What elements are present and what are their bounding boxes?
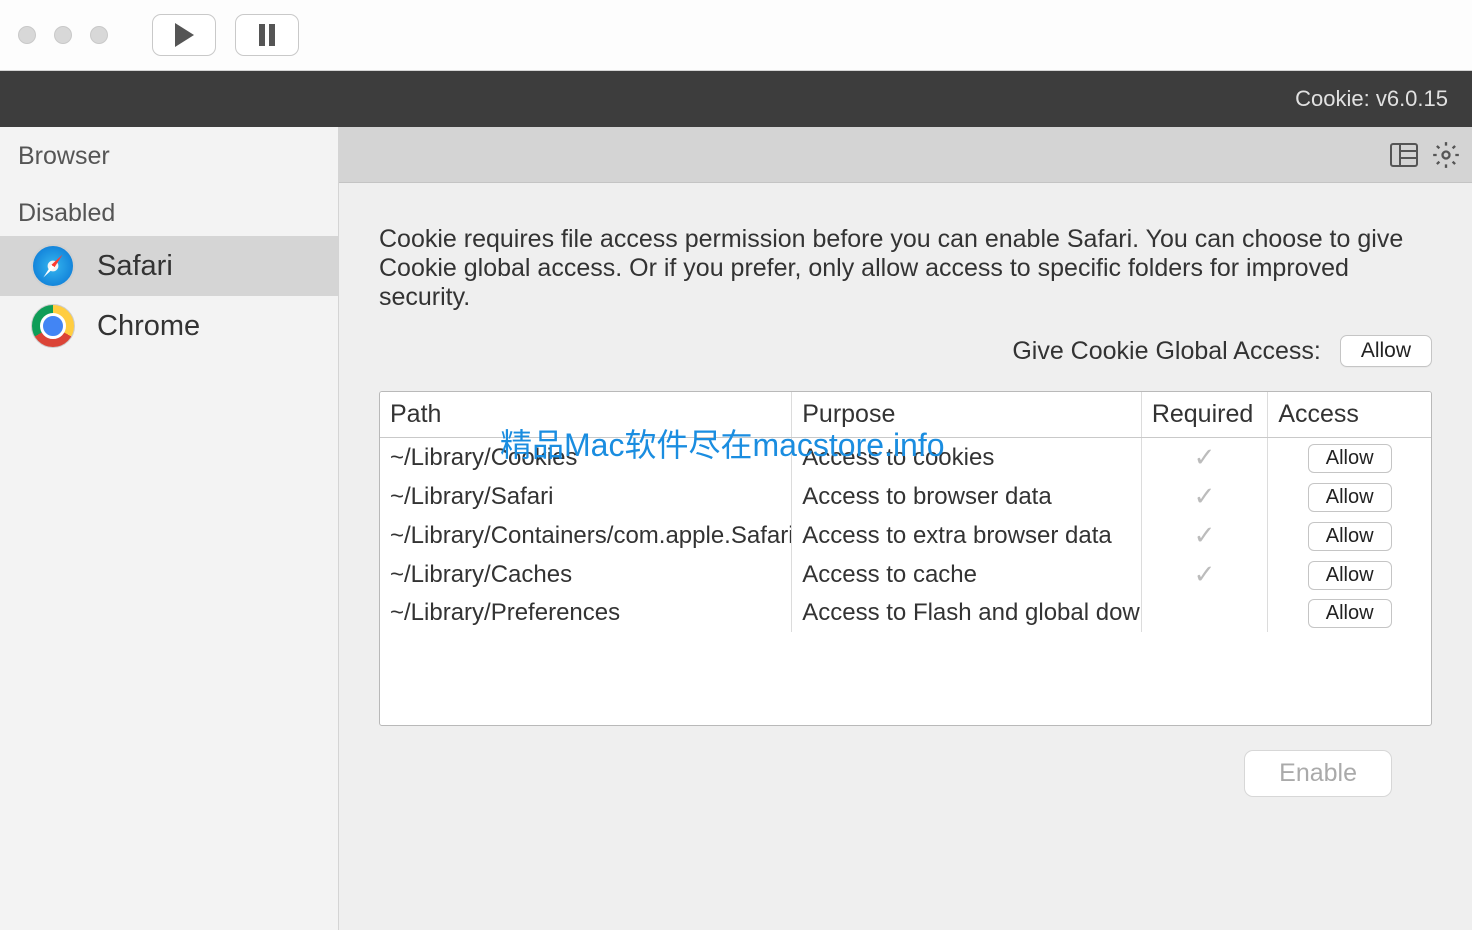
enable-button[interactable]: Enable [1244, 750, 1392, 797]
check-icon: ✓ [1194, 520, 1216, 550]
required-cell: ✓ [1141, 555, 1268, 594]
purpose-cell: Access to browser data [792, 477, 1142, 516]
purpose-cell: Access to cache [792, 555, 1142, 594]
table-row[interactable]: ~/Library/SafariAccess to browser data ✓ A… [380, 477, 1431, 516]
minimize-window-icon[interactable] [54, 26, 72, 44]
check-icon: ✓ [1194, 442, 1216, 472]
sidebar-item-chrome[interactable]: Chrome [0, 296, 338, 356]
access-cell: Allow [1268, 438, 1431, 478]
table-row[interactable]: ~/Library/CachesAccess to cache ✓ Allow [380, 555, 1431, 594]
zoom-window-icon[interactable] [90, 26, 108, 44]
access-cell: Allow [1268, 594, 1431, 632]
pause-button[interactable] [235, 14, 299, 56]
close-window-icon[interactable] [18, 26, 36, 44]
table-row[interactable]: ~/Library/Containers/com.apple.SafariAcc… [380, 516, 1431, 555]
sidebar-item-label: Safari [97, 250, 173, 283]
allow-button[interactable]: Allow [1308, 522, 1392, 551]
col-purpose[interactable]: Purpose [792, 392, 1142, 438]
play-icon [173, 22, 195, 48]
titlebar [0, 0, 1472, 71]
check-icon: ✓ [1194, 481, 1216, 511]
col-access[interactable]: Access [1268, 392, 1431, 438]
purpose-cell: Access to Flash and global downloads [792, 594, 1142, 632]
version-bar: Cookie: v6.0.15 [0, 71, 1472, 127]
purpose-cell: Access to cookies [792, 438, 1142, 478]
required-cell: ✓ [1141, 516, 1268, 555]
gear-icon[interactable] [1429, 138, 1462, 171]
allow-button[interactable]: Allow [1308, 599, 1392, 628]
path-cell: ~/Library/Safari [380, 477, 792, 516]
path-cell: ~/Library/Caches [380, 555, 792, 594]
safari-icon [31, 244, 75, 288]
version-label: Cookie: v6.0.15 [1295, 86, 1448, 112]
sidebar-item-safari[interactable]: Safari [0, 236, 338, 296]
path-cell: ~/Library/Containers/com.apple.Safari [380, 516, 792, 555]
required-cell [1141, 594, 1268, 632]
permission-notice: Cookie requires file access permission b… [379, 225, 1432, 311]
sidebar: Browser Disabled Safari Chrome [0, 127, 339, 930]
window-controls [18, 26, 108, 44]
allow-button[interactable]: Allow [1308, 444, 1392, 473]
sidebar-section-disabled: Disabled [0, 181, 338, 236]
required-cell: ✓ [1141, 438, 1268, 478]
global-access-row: Give Cookie Global Access: Allow [379, 335, 1432, 367]
required-cell: ✓ [1141, 477, 1268, 516]
access-cell: Allow [1268, 477, 1431, 516]
play-button[interactable] [152, 14, 216, 56]
global-access-label: Give Cookie Global Access: [1012, 337, 1320, 366]
table-row[interactable]: ~/Library/CookiesAccess to cookies ✓ Allow [380, 438, 1431, 478]
allow-button[interactable]: Allow [1308, 561, 1392, 590]
chrome-icon [31, 304, 75, 348]
content-toolbar [339, 127, 1472, 183]
table-header-row: Path Purpose Required Access [380, 392, 1431, 438]
col-required[interactable]: Required [1141, 392, 1268, 438]
sidebar-item-label: Chrome [97, 310, 200, 343]
permissions-table: Path Purpose Required Access ~/Library/C… [379, 391, 1432, 726]
global-allow-button[interactable]: Allow [1340, 335, 1432, 367]
col-path[interactable]: Path [380, 392, 792, 438]
pause-icon [257, 23, 277, 47]
path-cell: ~/Library/Preferences [380, 594, 792, 632]
access-cell: Allow [1268, 555, 1431, 594]
sidebar-header: Browser [0, 127, 338, 181]
path-cell: ~/Library/Cookies [380, 438, 792, 478]
table-row[interactable]: ~/Library/PreferencesAccess to Flash and… [380, 594, 1431, 632]
check-icon: ✓ [1194, 559, 1216, 589]
list-view-icon[interactable] [1387, 138, 1420, 171]
access-cell: Allow [1268, 516, 1431, 555]
purpose-cell: Access to extra browser data [792, 516, 1142, 555]
allow-button[interactable]: Allow [1308, 483, 1392, 512]
content-pane: Cookie requires file access permission b… [339, 127, 1472, 930]
